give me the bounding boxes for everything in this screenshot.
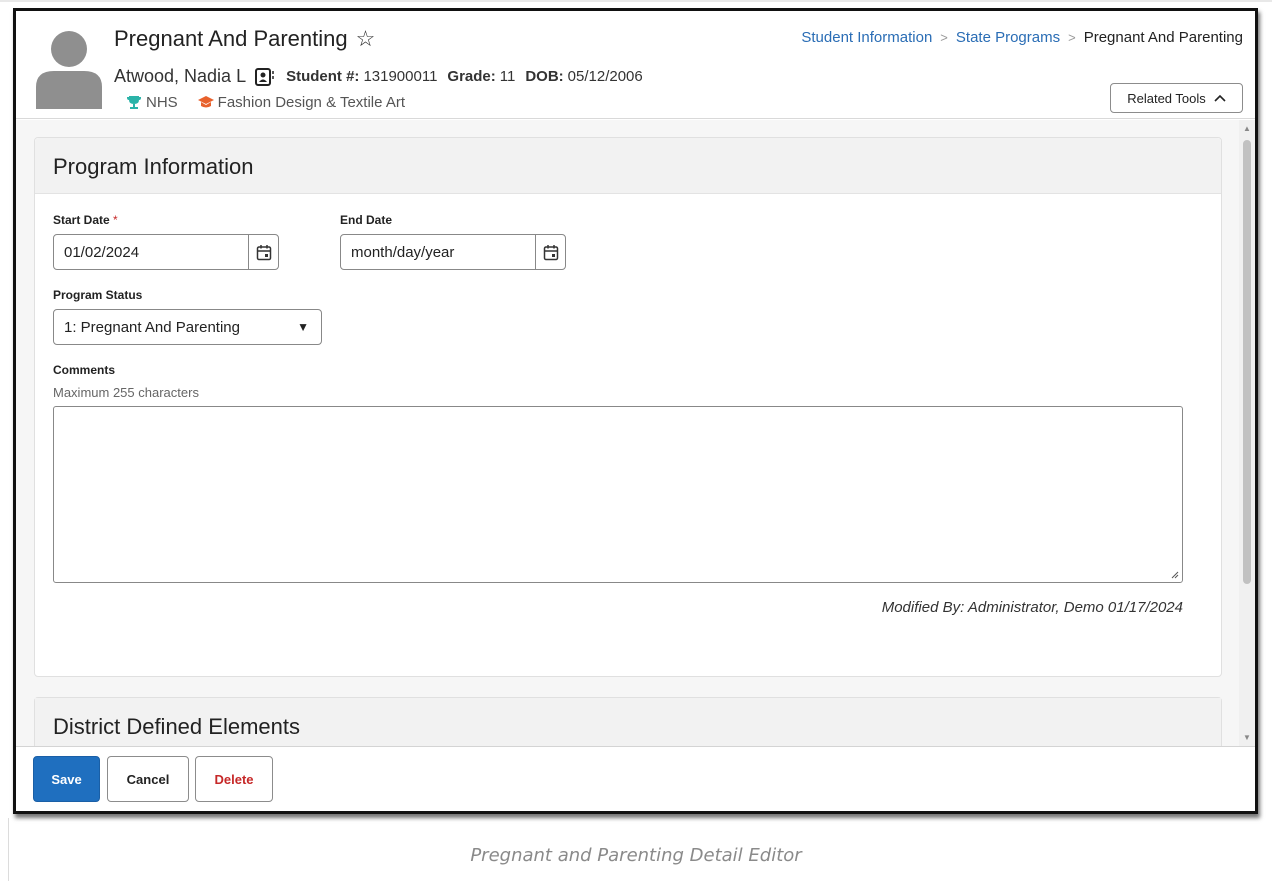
grade-label: Grade:: [447, 68, 496, 85]
screenshot-frame: Pregnant And Parenting ☆ Atwood, Nadia L…: [13, 8, 1258, 814]
section-title: District Defined Elements: [35, 698, 1221, 746]
comments-textarea[interactable]: [53, 406, 1183, 583]
start-date-input[interactable]: 01/02/2024: [53, 234, 279, 270]
delete-button[interactable]: Delete: [195, 756, 273, 802]
figure-caption: Pregnant and Parenting Detail Editor: [470, 845, 802, 866]
page-title: Pregnant And Parenting ☆: [114, 26, 375, 52]
program-status-value: 1: Pregnant And Parenting: [64, 318, 240, 336]
related-tools-label: Related Tools: [1127, 90, 1206, 106]
breadcrumb-student-information[interactable]: Student Information: [801, 29, 932, 46]
breadcrumb: Student Information > State Programs > P…: [801, 29, 1243, 46]
scrollbar-thumb[interactable]: [1243, 140, 1251, 584]
grade-value: 11: [499, 68, 516, 85]
page-top-rule: [0, 0, 1272, 2]
calendar-icon: [256, 244, 271, 260]
resize-handle-icon[interactable]: [1171, 571, 1179, 579]
end-date-input[interactable]: month/day/year: [340, 234, 566, 270]
start-date-label: Start Date *: [53, 213, 118, 227]
dob-label: DOB:: [525, 68, 564, 85]
modified-by-text: Modified By: Administrator, Demo 01/17/2…: [881, 599, 1183, 616]
avatar-icon: [36, 31, 102, 109]
program-status-select[interactable]: 1: Pregnant And Parenting ▼: [53, 309, 322, 345]
student-number: 131900011: [363, 68, 438, 85]
scroll-down-arrow-icon[interactable]: ▼: [1243, 733, 1251, 742]
action-bar: Save Cancel Delete: [16, 746, 1255, 811]
dob-value: 05/12/2006: [567, 68, 643, 85]
favorite-star-icon[interactable]: ☆: [356, 28, 376, 50]
end-date-label: End Date: [340, 213, 393, 227]
chevron-up-icon: [1214, 94, 1226, 102]
section-title: Program Information: [35, 138, 1221, 194]
calendar-icon: [543, 244, 558, 260]
scroll-up-arrow-icon[interactable]: ▲: [1243, 124, 1251, 133]
chevron-right-icon: >: [940, 30, 948, 45]
tag-label: Fashion Design & Textile Art: [217, 94, 405, 111]
graduation-cap-icon: [197, 96, 214, 108]
end-date-calendar-button[interactable]: [535, 235, 565, 269]
cancel-button[interactable]: Cancel: [107, 756, 189, 802]
student-summary: Atwood, Nadia L Student #: 131900011 Gra…: [114, 66, 643, 87]
breadcrumb-current: Pregnant And Parenting: [1083, 29, 1243, 46]
dropdown-arrow-icon: ▼: [297, 320, 309, 334]
tag-program[interactable]: Fashion Design & Textile Art: [197, 94, 405, 111]
student-number-label: Student #:: [286, 68, 360, 85]
id-card-icon[interactable]: [254, 67, 276, 87]
tag-nhs[interactable]: NHS: [126, 94, 178, 111]
student-header: Pregnant And Parenting ☆ Atwood, Nadia L…: [16, 11, 1255, 119]
save-button[interactable]: Save: [33, 756, 100, 802]
required-asterisk: *: [113, 213, 118, 227]
tag-label: NHS: [146, 94, 178, 111]
program-information-panel: Program Information Start Date * 01/02/2…: [34, 137, 1222, 677]
related-tools-button[interactable]: Related Tools: [1110, 83, 1243, 113]
student-tags: NHS Fashion Design & Textile Art: [126, 94, 419, 111]
page-title-text: Pregnant And Parenting: [114, 26, 348, 51]
start-date-value: 01/02/2024: [64, 243, 140, 261]
comments-help-text: Maximum 255 characters: [53, 385, 199, 400]
start-date-label-text: Start Date: [53, 213, 110, 227]
start-date-calendar-button[interactable]: [248, 235, 278, 269]
trophy-icon: [127, 96, 141, 109]
vertical-scrollbar[interactable]: ▲ ▼: [1239, 120, 1255, 746]
district-defined-elements-panel[interactable]: District Defined Elements: [34, 697, 1222, 746]
chevron-right-icon: >: [1068, 30, 1076, 45]
content-area: Program Information Start Date * 01/02/2…: [16, 120, 1255, 746]
breadcrumb-state-programs[interactable]: State Programs: [956, 29, 1060, 46]
comments-label: Comments: [53, 363, 116, 377]
end-date-placeholder: month/day/year: [351, 243, 455, 261]
student-name: Atwood, Nadia L: [114, 66, 247, 86]
program-status-label: Program Status: [53, 288, 143, 302]
